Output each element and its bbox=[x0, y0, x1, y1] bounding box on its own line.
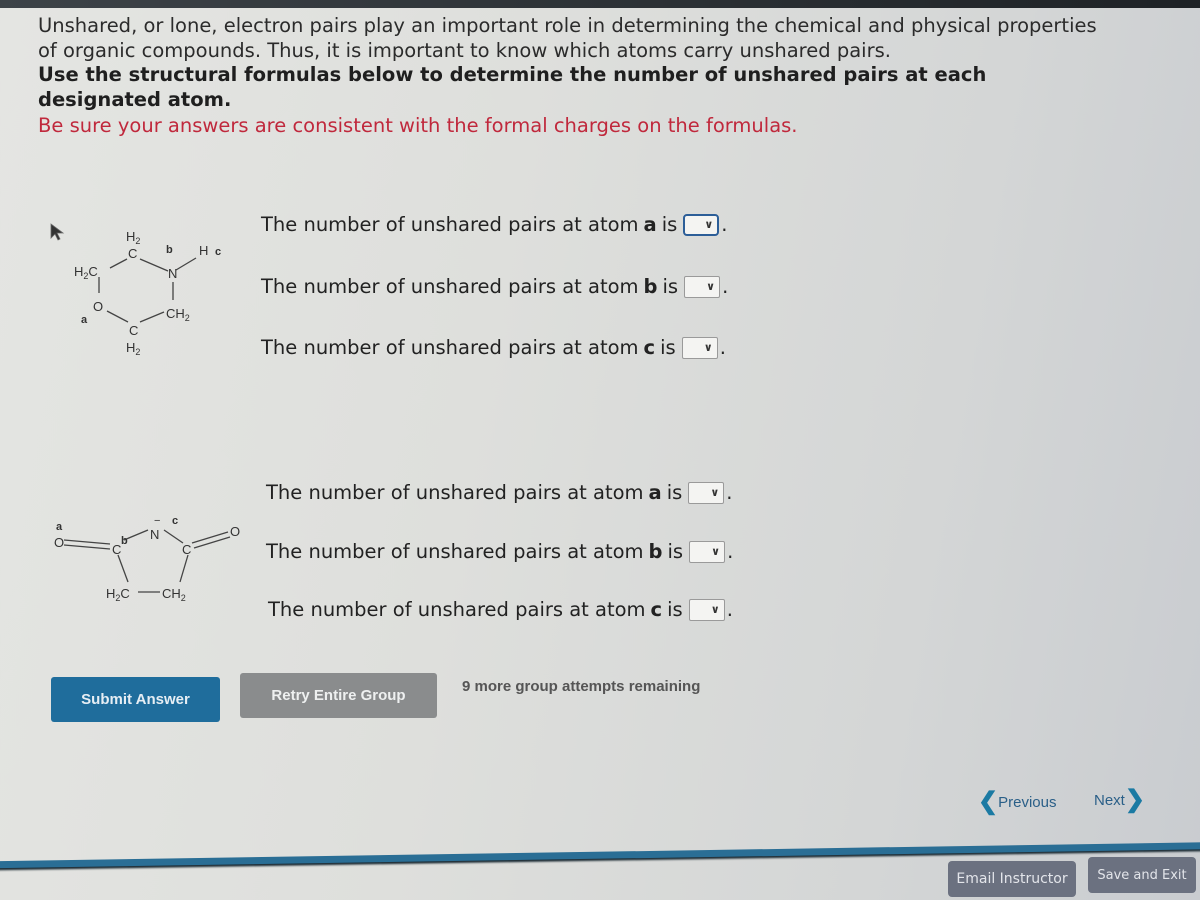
atom-n2: N bbox=[150, 527, 159, 542]
atom-left-h2c: H2C bbox=[74, 264, 98, 281]
submit-answer-button[interactable]: Submit Answer bbox=[51, 677, 220, 722]
attempts-remaining-text: 9 more group attempts remaining bbox=[462, 678, 701, 695]
atom-c-left: C bbox=[112, 542, 121, 557]
atom-label-a: a bbox=[81, 314, 88, 326]
instruction-text: Use the structural formulas below to det… bbox=[38, 63, 987, 111]
atom-top-c: C bbox=[128, 246, 137, 261]
chevron-down-icon: ∨ bbox=[704, 218, 714, 231]
atom-top-h2: H2 bbox=[126, 229, 140, 246]
atom-o-right: O bbox=[230, 524, 240, 539]
atom-label-b2: b bbox=[121, 535, 128, 547]
atom-o: O bbox=[93, 299, 103, 314]
answer-select-1a[interactable]: ∨ bbox=[683, 213, 720, 236]
answer-select-2c[interactable]: ∨ bbox=[688, 598, 725, 621]
atom-h: H bbox=[199, 243, 208, 258]
atom-bottom-c: C bbox=[129, 323, 138, 338]
answer-select-2b[interactable]: ∨ bbox=[689, 540, 726, 563]
answer-select-1c[interactable]: ∨ bbox=[681, 336, 718, 359]
top-bar bbox=[0, 0, 1200, 8]
question-1b: The number of unshared pairs at atom b i… bbox=[261, 275, 729, 298]
save-and-exit-button[interactable]: Save and Exit bbox=[1088, 857, 1196, 893]
atom-ch2-left: H2C bbox=[106, 586, 130, 603]
question-1a: The number of unshared pairs at atom a i… bbox=[261, 213, 728, 236]
question-2c: The number of unshared pairs at atom c i… bbox=[268, 598, 733, 621]
atom-bottom-h2: H2 bbox=[126, 340, 140, 357]
atom-label-b: b bbox=[166, 244, 173, 256]
question-1c: The number of unshared pairs at atom c i… bbox=[261, 336, 726, 359]
chevron-down-icon: ∨ bbox=[706, 280, 716, 293]
question-2b: The number of unshared pairs at atom b i… bbox=[266, 540, 734, 563]
chevron-down-icon: ∨ bbox=[711, 545, 721, 558]
atom-label-a2: a bbox=[56, 521, 63, 533]
atom-o-left: O bbox=[54, 535, 64, 550]
next-link[interactable]: Next ❯ bbox=[1094, 788, 1145, 812]
answer-select-2a[interactable]: ∨ bbox=[688, 481, 725, 504]
warning-text: Be sure your answers are consistent with… bbox=[38, 114, 798, 137]
previous-link[interactable]: ❮ Previous bbox=[978, 790, 1056, 814]
atom-charge: − bbox=[154, 515, 160, 527]
question-2a: The number of unshared pairs at atom a i… bbox=[266, 481, 733, 504]
atom-label-c: c bbox=[215, 246, 221, 258]
email-instructor-button[interactable]: Email Instructor bbox=[948, 861, 1076, 897]
atom-c-right: C bbox=[182, 542, 191, 557]
atom-ch2-right: CH2 bbox=[162, 586, 186, 603]
chevron-left-icon: ❮ bbox=[978, 788, 999, 815]
instructions: Unshared, or lone, electron pairs play a… bbox=[38, 14, 1098, 139]
atom-label-c2: c bbox=[172, 515, 178, 527]
chevron-down-icon: ∨ bbox=[703, 341, 713, 354]
atom-right-ch2: CH2 bbox=[166, 306, 190, 323]
chevron-down-icon: ∨ bbox=[710, 486, 720, 499]
molecule-1-structure: H2 C H2C O a C H2 N b H c CH2 bbox=[60, 222, 250, 361]
atom-n: N bbox=[168, 266, 177, 281]
intro-text: Unshared, or lone, electron pairs play a… bbox=[38, 14, 1097, 62]
retry-entire-group-button[interactable]: Retry Entire Group bbox=[240, 673, 437, 718]
molecule-2-structure: O a C b N − c C O H2C CH2 bbox=[48, 510, 248, 614]
chevron-down-icon: ∨ bbox=[710, 603, 720, 616]
answer-select-1b[interactable]: ∨ bbox=[684, 275, 721, 298]
chevron-right-icon: ❯ bbox=[1124, 786, 1145, 813]
